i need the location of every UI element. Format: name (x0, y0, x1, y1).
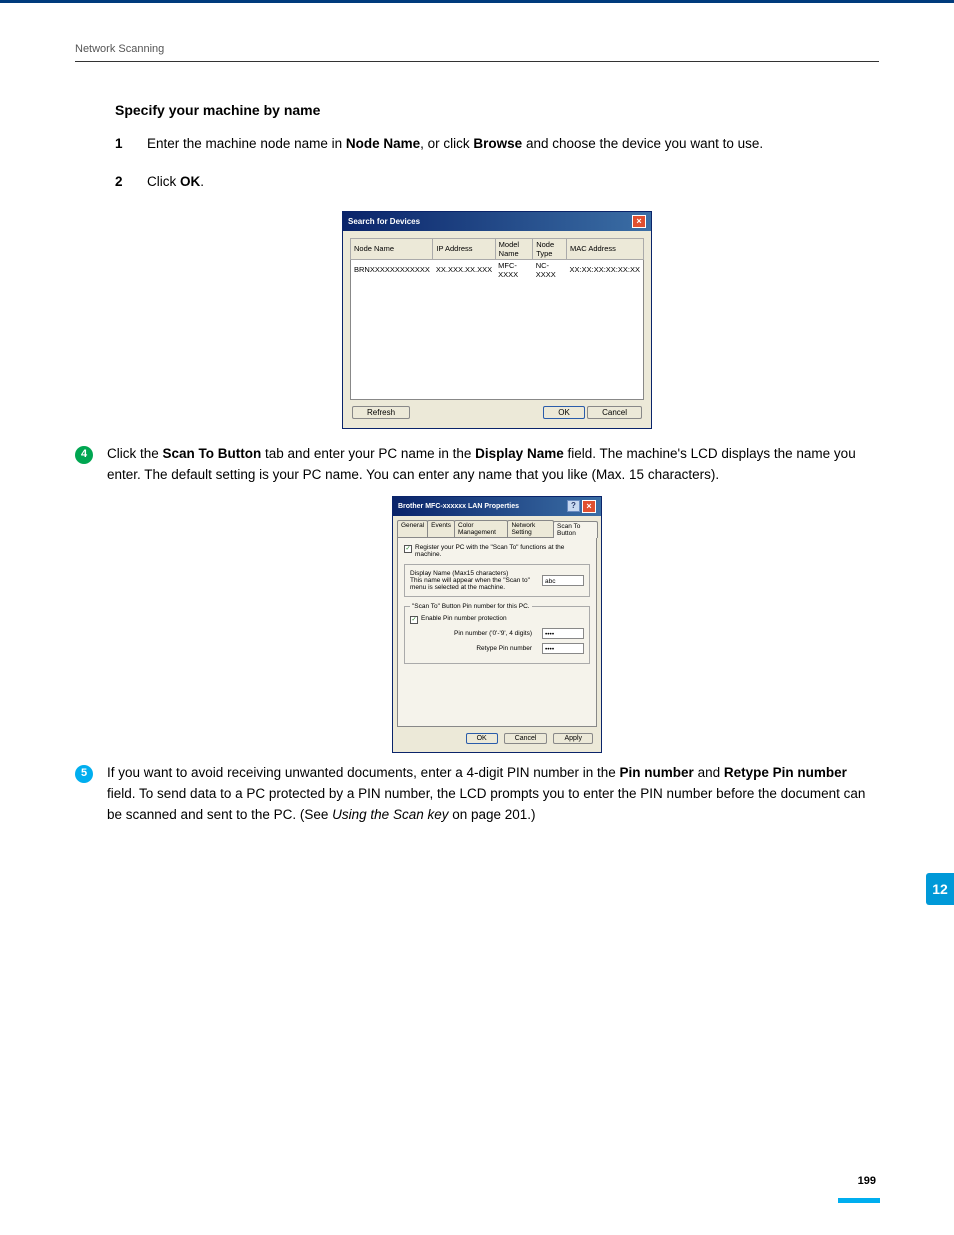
enable-pin-label: Enable Pin number protection (421, 615, 507, 622)
close-icon[interactable]: × (582, 500, 596, 513)
section-title: Specify your machine by name (115, 102, 879, 118)
step-4-text: Click the Scan To Button tab and enter y… (107, 444, 879, 486)
display-name-label: Display Name (Max15 characters) This nam… (410, 570, 536, 591)
step-text: Click OK. (147, 172, 879, 192)
tab-scan-to-button[interactable]: Scan To Button (553, 521, 598, 538)
properties-dialog: Brother MFC-xxxxxx LAN Properties ? × Ge… (392, 496, 602, 753)
step-2: 2 Click OK. (115, 172, 879, 192)
tab-network-setting[interactable]: Network Setting (507, 520, 554, 537)
ok-button[interactable]: OK (466, 733, 498, 744)
header-rule (75, 61, 879, 62)
dialog-title: Search for Devices (348, 217, 420, 226)
step-badge-5: 5 (75, 765, 93, 783)
col-mac-address[interactable]: MAC Address (567, 238, 644, 259)
apply-button[interactable]: Apply (553, 733, 593, 744)
tab-events[interactable]: Events (427, 520, 455, 537)
enable-pin-checkbox[interactable]: ✓ (410, 616, 418, 624)
dialog-titlebar: Brother MFC-xxxxxx LAN Properties ? × (393, 497, 601, 516)
search-devices-dialog: Search for Devices × Node Name IP Addres… (342, 211, 652, 430)
ok-button[interactable]: OK (543, 406, 585, 419)
tab-panel: ✓ Register your PC with the "Scan To" fu… (397, 537, 597, 727)
breadcrumb: Network Scanning (75, 43, 879, 55)
dialog-titlebar: Search for Devices × (343, 212, 651, 231)
display-name-group: Display Name (Max15 characters) This nam… (404, 564, 590, 597)
tab-general[interactable]: General (397, 520, 428, 537)
cancel-button[interactable]: Cancel (587, 406, 642, 419)
pin-number-label: Pin number ('0'-'9', 4 digits) (418, 630, 536, 637)
numbered-list: 1 Enter the machine node name in Node Na… (115, 134, 879, 193)
tab-color-management[interactable]: Color Management (454, 520, 508, 537)
retype-pin-label: Retype Pin number (418, 645, 536, 652)
pin-number-input[interactable]: •••• (542, 628, 584, 639)
col-node-type[interactable]: Node Type (533, 238, 567, 259)
step-5-text: If you want to avoid receiving unwanted … (107, 763, 879, 826)
register-label: Register your PC with the "Scan To" func… (415, 544, 590, 558)
step-5: 5 If you want to avoid receiving unwante… (75, 763, 879, 826)
step-badge-4: 4 (75, 446, 93, 464)
retype-pin-input[interactable]: •••• (542, 643, 584, 654)
refresh-button[interactable]: Refresh (352, 406, 410, 419)
footer-accent (838, 1198, 880, 1203)
page-number: 199 (858, 1175, 876, 1187)
tab-bar: General Events Color Management Network … (397, 520, 597, 537)
step-4: 4 Click the Scan To Button tab and enter… (75, 444, 879, 486)
col-model-name[interactable]: Model Name (495, 238, 533, 259)
table-row[interactable]: BRNXXXXXXXXXXXX XX.XXX.XX.XXX MFC-XXXX N… (351, 259, 644, 280)
cancel-button[interactable]: Cancel (504, 733, 548, 744)
dialog-title: Brother MFC-xxxxxx LAN Properties (398, 503, 519, 510)
col-ip-address[interactable]: IP Address (433, 238, 495, 259)
display-name-input[interactable]: abc (542, 575, 584, 586)
step-1: 1 Enter the machine node name in Node Na… (115, 134, 879, 154)
register-checkbox[interactable]: ✓ (404, 545, 412, 553)
step-number: 2 (115, 172, 147, 192)
pin-group: "Scan To" Button Pin number for this PC.… (404, 603, 590, 664)
pin-group-legend: "Scan To" Button Pin number for this PC. (410, 603, 532, 610)
step-text: Enter the machine node name in Node Name… (147, 134, 879, 154)
help-icon[interactable]: ? (567, 500, 580, 512)
devices-table: Node Name IP Address Model Name Node Typ… (350, 238, 644, 401)
step-number: 1 (115, 134, 147, 154)
col-node-name[interactable]: Node Name (351, 238, 433, 259)
close-icon[interactable]: × (632, 215, 646, 228)
chapter-tab: 12 (926, 873, 954, 905)
